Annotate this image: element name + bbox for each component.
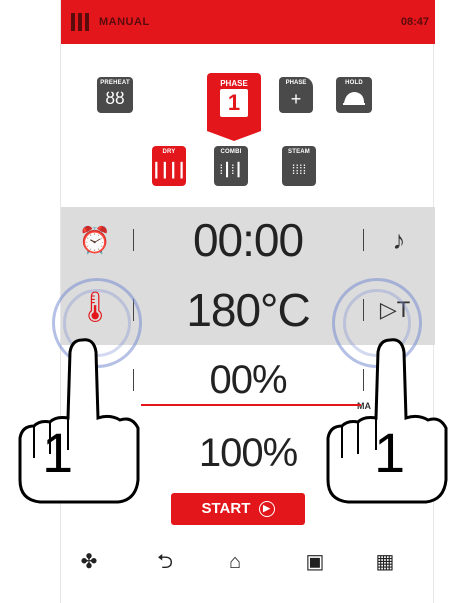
fan-icon[interactable]: ✤: [71, 545, 107, 579]
steam-icon: ⁞⁞⁞⁞: [291, 162, 307, 177]
cloche-icon: [336, 89, 372, 112]
phase-indicator[interactable]: PHASE 1: [207, 73, 261, 141]
left-touch-count: 1: [42, 421, 74, 484]
dry-mode-button[interactable]: DRY ┃┃┃┃: [152, 146, 186, 186]
preheat-button[interactable]: PREHEAT ȣȣ: [97, 77, 133, 113]
time-row[interactable]: ⏰ 00:00 ♪: [61, 207, 435, 273]
hold-button[interactable]: HOLD: [336, 77, 372, 113]
steam-label: STEAM: [288, 149, 310, 155]
add-phase-label: PHASE: [285, 80, 307, 86]
back-icon[interactable]: ⮌: [147, 545, 183, 579]
preheat-icon: ȣȣ: [105, 89, 125, 108]
home-icon[interactable]: ⌂: [217, 545, 253, 579]
start-button[interactable]: START ▶: [171, 493, 305, 525]
mode-title: MANUAL: [99, 16, 150, 28]
plus-icon: +: [290, 89, 302, 109]
left-hand-icon: [18, 338, 140, 504]
start-label: START: [201, 500, 251, 517]
dry-heat-icon: ┃┃┃┃: [152, 162, 186, 178]
menu-icon[interactable]: [71, 13, 89, 31]
alarm-clock-icon: ⏰: [78, 225, 112, 255]
phase-number: 1: [220, 89, 248, 117]
save-icon[interactable]: ▣: [297, 545, 333, 579]
dry-label: DRY: [162, 149, 176, 155]
play-icon: ▶: [258, 501, 275, 518]
phase-label: PHASE: [220, 79, 248, 88]
top-bar: MANUAL 08:47: [61, 0, 435, 44]
combi-label: COMBI: [220, 149, 242, 155]
probe-icon[interactable]: ♪: [379, 225, 419, 255]
combi-mode-button[interactable]: COMBI ⁞┃⁞┃: [214, 146, 248, 186]
time-value[interactable]: 00:00: [133, 207, 363, 273]
right-touch-count: 1: [374, 421, 406, 484]
hold-label: HOLD: [345, 80, 363, 86]
preheat-label: PREHEAT: [100, 80, 130, 86]
clean-icon[interactable]: ▦: [367, 545, 403, 579]
combi-icon: ⁞┃⁞┃: [219, 162, 243, 177]
clock: 08:47: [400, 16, 429, 28]
steam-mode-button[interactable]: STEAM ⁞⁞⁞⁞: [282, 146, 316, 186]
add-phase-button[interactable]: PHASE +: [279, 77, 313, 113]
